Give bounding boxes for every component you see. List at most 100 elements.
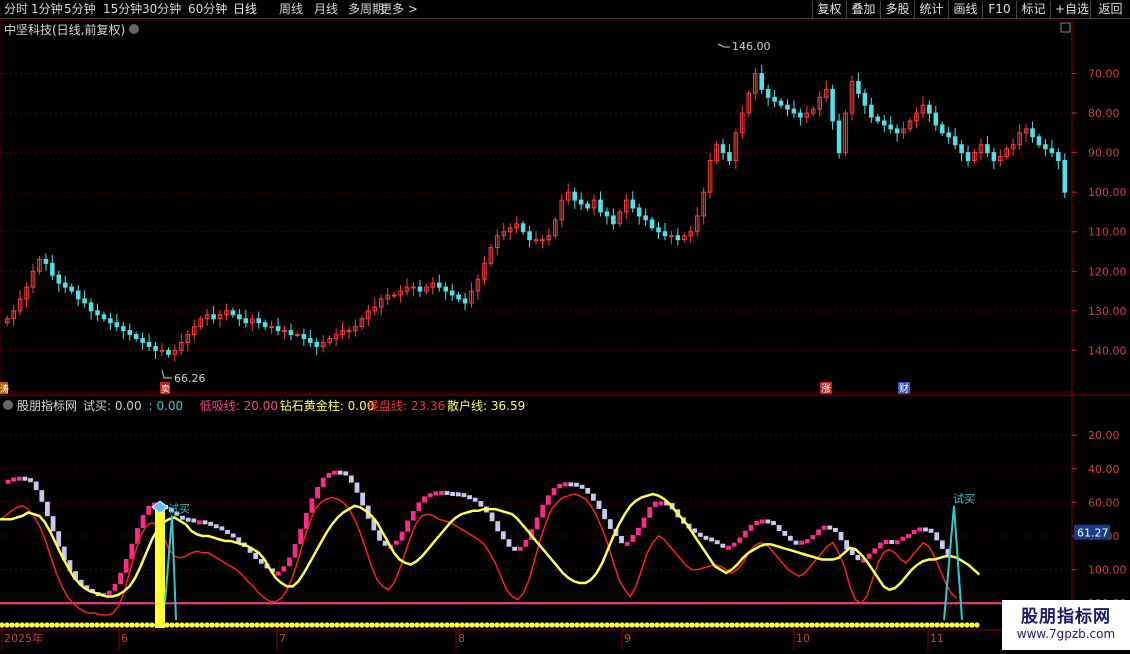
bottom-dot: [584, 622, 590, 628]
bottom-dot: [224, 622, 230, 628]
bottom-dot: [734, 622, 740, 628]
candle-body: [88, 302, 94, 312]
indicator-block: [202, 520, 208, 525]
toolbar-item-4[interactable]: 30分钟: [142, 1, 181, 18]
candle-body: [927, 104, 932, 114]
indicator-block: [788, 535, 793, 541]
toolbar-item-1[interactable]: 1分钟: [31, 1, 63, 18]
bottom-dot: [864, 622, 870, 628]
indicator-block: [523, 540, 529, 547]
bottom-dot: [674, 622, 680, 628]
candle-body: [243, 318, 249, 324]
indicator-block: [455, 492, 461, 497]
bottom-dot: [669, 622, 675, 628]
bottom-dot: [39, 622, 45, 628]
bottom-dot: [344, 622, 350, 628]
candle-body: [630, 199, 636, 209]
panel-maximize-icon[interactable]: [1060, 22, 1071, 33]
bottom-dot: [854, 622, 860, 628]
indicator-block: [180, 515, 185, 520]
candle-body: [662, 231, 668, 237]
candle-body: [153, 345, 158, 351]
bottom-dot: [419, 622, 425, 628]
candle-body: [288, 330, 294, 336]
indicator-block: [360, 492, 366, 506]
high-price-label: 146.00: [732, 40, 771, 53]
candle-body: [985, 144, 990, 154]
x-axis-label-2: 7: [279, 632, 286, 645]
indicator-block: [928, 528, 934, 533]
bottom-dot: [729, 622, 735, 628]
toolbar-right-1[interactable]: 叠加: [846, 1, 880, 18]
toolbar-item-10[interactable]: 更多 >: [380, 1, 418, 18]
bottom-dot: [954, 622, 960, 628]
candle-body: [391, 294, 397, 297]
toolbar-right-7[interactable]: +自选: [1050, 1, 1090, 18]
low-pointer: [161, 369, 172, 379]
candle-body: [894, 128, 900, 134]
bottom-dot: [464, 622, 470, 628]
candle-body: [449, 290, 455, 296]
bottom-dot: [19, 622, 25, 628]
toolbar-right-3[interactable]: 统计: [914, 1, 948, 18]
toolbar-right-2[interactable]: 多股: [880, 1, 914, 18]
candle-body: [443, 286, 448, 292]
bottom-dot: [279, 622, 285, 628]
indicator-block: [900, 536, 906, 541]
bottom-dot: [484, 622, 490, 628]
toolbar-right-6[interactable]: 标记: [1016, 1, 1050, 18]
toolbar-item-0[interactable]: 分时: [4, 1, 28, 18]
bottom-dot: [554, 622, 560, 628]
toolbar-item-8[interactable]: 月线: [314, 1, 338, 18]
bottom-dot: [649, 622, 655, 628]
bottom-dot: [24, 622, 30, 628]
toolbar-item-5[interactable]: 60分钟: [188, 1, 227, 18]
indicator-block: [641, 517, 647, 528]
candle-body: [140, 338, 145, 343]
bottom-dot: [314, 622, 320, 628]
indicator-block: [551, 488, 557, 496]
indicator-block: [472, 497, 478, 502]
indicator-block: [878, 542, 883, 549]
toolbar-item-7[interactable]: 周线: [279, 1, 303, 18]
bottom-dot: [779, 622, 785, 628]
toolbar-item-9[interactable]: 多周期: [348, 1, 384, 18]
bottom-dot: [189, 622, 195, 628]
candle-body: [598, 199, 603, 213]
dropdown-icon[interactable]: [129, 24, 139, 34]
chart-canvas[interactable]: 中坚科技(日线,前复权) 140.00 130.00 120.00 110.00 100.…: [0, 19, 1130, 650]
bottom-dot: [974, 622, 980, 628]
indicator-block: [298, 528, 304, 545]
toolbar-item-6[interactable]: 日线: [233, 1, 257, 18]
x-axis-label-4: 9: [624, 632, 631, 645]
toolbar-right-8[interactable]: 返回: [1090, 1, 1130, 18]
bottom-dot: [284, 622, 290, 628]
candle-body: [727, 152, 732, 162]
indicator-block: [253, 552, 259, 560]
bottom-dot: [614, 622, 620, 628]
indicator-block: [855, 554, 861, 561]
main-panel-border: [0, 19, 1073, 393]
bottom-dot: [914, 622, 920, 628]
bottom-dot: [839, 622, 845, 628]
toolbar-item-3[interactable]: 15分钟: [103, 1, 142, 18]
indicator-block: [821, 525, 827, 530]
toolbar-item-2[interactable]: 5分钟: [64, 1, 96, 18]
candle-body: [133, 334, 139, 339]
toolbar-right-5[interactable]: F10: [982, 1, 1016, 18]
bottom-dot: [324, 622, 330, 628]
indicator-block: [889, 540, 895, 545]
candle-body: [114, 322, 120, 328]
bottom-dot: [859, 622, 865, 628]
toolbar-right-4[interactable]: 画线: [948, 1, 982, 18]
bottom-dot: [664, 622, 670, 628]
indicator-dropdown-icon[interactable]: [3, 400, 13, 410]
bottom-dot: [74, 622, 80, 628]
bottom-dot: [429, 622, 435, 628]
ind-y-tick-label: 40.00: [1088, 463, 1120, 476]
bottom-dot: [414, 622, 420, 628]
bottom-dot: [139, 622, 145, 628]
bottom-dot: [194, 622, 200, 628]
toolbar-right-0[interactable]: 复权: [812, 1, 846, 18]
indicator-block: [624, 541, 630, 546]
